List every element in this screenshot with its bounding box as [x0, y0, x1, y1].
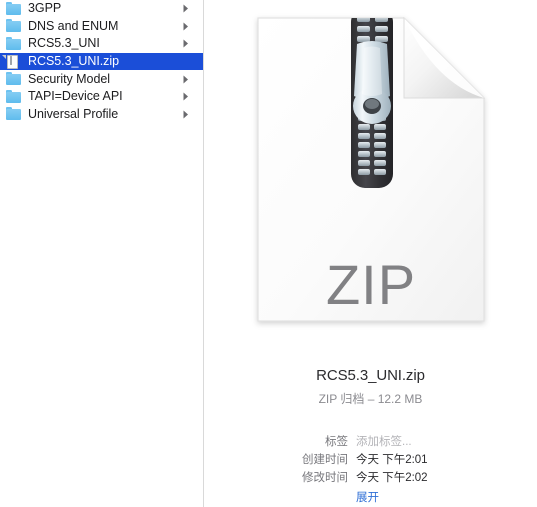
- list-item[interactable]: DNS and ENUM: [0, 18, 203, 36]
- chevron-right-icon[interactable]: [183, 4, 193, 13]
- metadata-label: 修改时间: [302, 472, 348, 484]
- preview-file-kind-size: ZIP 归档 – 12.2 MB: [318, 392, 423, 406]
- folder-icon: [6, 1, 21, 16]
- folder-icon: [6, 36, 21, 51]
- list-item[interactable]: Security Model: [0, 70, 203, 88]
- svg-text:ZIP: ZIP: [325, 253, 415, 316]
- folder-icon: [6, 19, 21, 33]
- folder-icon: [6, 107, 21, 121]
- finder-window: 3GPP DNS and ENUM RCS5.3_UNI RCS5.3_UNI.…: [0, 0, 537, 507]
- tags-input[interactable]: 添加标签...: [356, 433, 412, 449]
- metadata-row-modified: 修改时间 今天 下午2:02: [268, 469, 537, 487]
- list-item-label: 3GPP: [28, 1, 62, 16]
- metadata-value: 今天 下午2:02: [356, 472, 428, 484]
- metadata-row-tags: 标签 添加标签...: [268, 433, 537, 451]
- finder-column-list[interactable]: 3GPP DNS and ENUM RCS5.3_UNI RCS5.3_UNI.…: [0, 0, 204, 507]
- metadata-row-created: 创建时间 今天 下午2:01: [268, 451, 537, 469]
- chevron-right-icon[interactable]: [183, 75, 193, 84]
- preview-metadata-table: 标签 添加标签... 创建时间 今天 下午2:01 修改时间 今天 下午2:02…: [204, 433, 537, 507]
- chevron-right-icon[interactable]: [183, 92, 193, 101]
- list-item-selected[interactable]: RCS5.3_UNI.zip: [0, 52, 203, 71]
- list-item[interactable]: RCS5.3_UNI: [0, 35, 203, 53]
- list-item[interactable]: 3GPP: [0, 0, 203, 18]
- zip-archive-icon: ZIP: [254, 14, 488, 323]
- metadata-label: 标签: [325, 436, 348, 448]
- list-item[interactable]: TAPI=Device API: [0, 88, 203, 106]
- metadata-label: 创建时间: [302, 454, 348, 466]
- list-item[interactable]: Universal Profile: [0, 106, 203, 124]
- metadata-value: 今天 下午2:01: [356, 454, 428, 466]
- chevron-right-icon[interactable]: [183, 110, 193, 119]
- list-item-label: Universal Profile: [28, 106, 119, 121]
- document-icon: [2, 54, 21, 69]
- preview-pane: ZIP RCS5.3_UNI.zip ZIP 归档 – 12.2 MB 标签 添…: [204, 0, 537, 507]
- preview-file-name: RCS5.3_UNI.zip: [316, 367, 425, 384]
- folder-icon: [6, 89, 21, 104]
- list-item-label: TAPI=Device API: [28, 89, 123, 104]
- metadata-row-expand: 展开: [268, 489, 537, 507]
- chevron-right-icon[interactable]: [183, 39, 193, 48]
- list-item-label: RCS5.3_UNI.zip: [28, 54, 119, 69]
- expand-link[interactable]: 展开: [356, 489, 379, 505]
- list-item-label: Security Model: [28, 71, 110, 86]
- chevron-right-icon[interactable]: [183, 22, 193, 31]
- list-item-label: DNS and ENUM: [28, 18, 119, 33]
- folder-icon: [6, 72, 21, 86]
- list-item-label: RCS5.3_UNI: [28, 36, 100, 51]
